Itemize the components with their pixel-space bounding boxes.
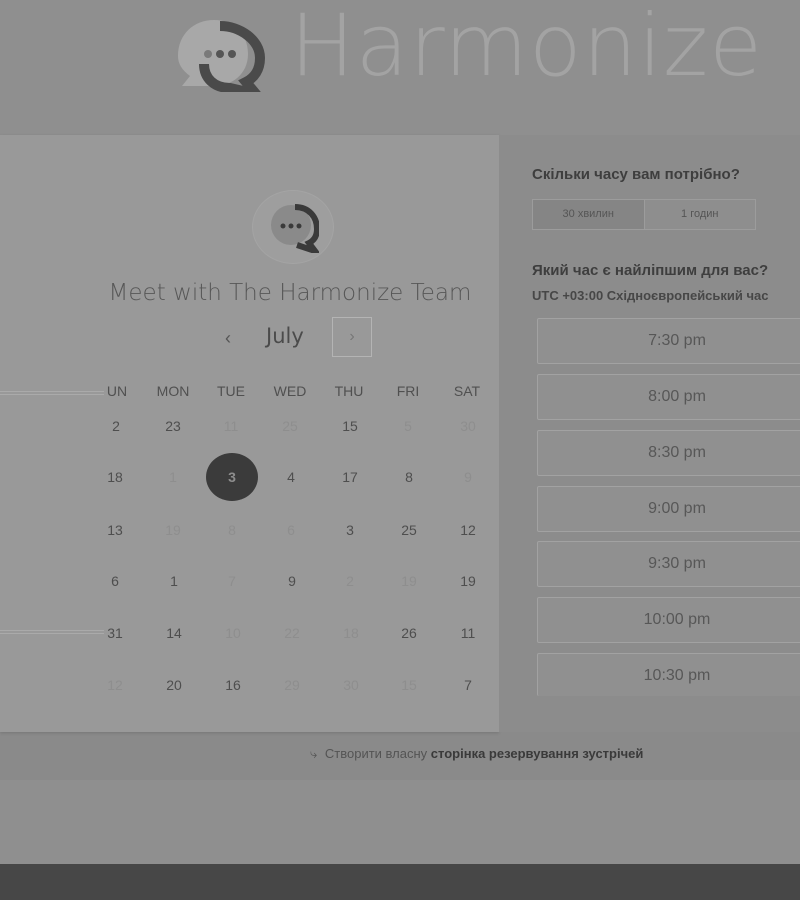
calendar-day[interactable]: 7 [448, 677, 488, 693]
time-slot[interactable]: 10:00 pm [537, 597, 800, 643]
time-slot[interactable]: 8:30 pm [537, 430, 800, 476]
week-divider [0, 391, 104, 395]
calendar-day: 5 [404, 418, 412, 434]
next-month-button[interactable]: › [332, 317, 372, 357]
calendar-day[interactable]: 18 [95, 469, 135, 485]
team-avatar [252, 190, 334, 264]
calendar-day[interactable]: 31 [95, 625, 135, 641]
chat-bubble-icon [271, 204, 319, 253]
calendar-day: 25 [282, 418, 298, 434]
duration-selector: 30 хвилин 1 годин [532, 199, 756, 230]
calendar-day[interactable]: 9 [272, 573, 312, 589]
bottom-bar [0, 864, 800, 900]
weekday-sat: SAT [453, 383, 481, 399]
brand-wordmark: Harmonize [290, 0, 764, 96]
time-slot[interactable]: 8:00 pm [537, 374, 800, 420]
calendar-day: 11 [223, 418, 239, 434]
duration-option-30min[interactable]: 30 хвилин [533, 200, 645, 229]
calendar-day: 10 [225, 625, 241, 641]
timezone-label[interactable]: UTC +03:00 Східноєвропейський час [532, 288, 769, 303]
week-divider [0, 630, 104, 634]
calendar-day: 15 [401, 677, 417, 693]
calendar-day: 7 [228, 573, 236, 589]
weekday-sun: UN [106, 383, 128, 399]
calendar-day[interactable]: 6 [95, 573, 135, 589]
calendar-day: 30 [343, 677, 359, 693]
calendar-day: 9 [464, 469, 472, 485]
calendar-day-selected[interactable]: 3 [206, 453, 258, 501]
calendar-day: 18 [343, 625, 359, 641]
calendar-day: 19 [165, 522, 181, 538]
calendar-day: 6 [287, 522, 295, 538]
calendar-day[interactable]: 17 [330, 469, 370, 485]
calendar-day: 1 [169, 469, 177, 485]
duration-option-1h[interactable]: 1 годин [644, 200, 755, 229]
duration-question: Скільки часу вам потрібно? [532, 166, 740, 183]
wand-icon: ⤷ [310, 746, 318, 761]
calendar-day[interactable]: 16 [213, 677, 253, 693]
calendar-day: 29 [284, 677, 300, 693]
calendar-day: 12 [107, 677, 123, 693]
month-label: July [266, 324, 304, 348]
calendar-day[interactable]: 2 [96, 418, 136, 434]
calendar-day[interactable]: 25 [389, 522, 429, 538]
calendar-day[interactable]: 15 [330, 418, 370, 434]
calendar-day[interactable]: 14 [154, 625, 194, 641]
footer-link-text[interactable]: сторінка резервування зустрічей [431, 746, 644, 761]
weekday-fri: FRI [396, 383, 420, 399]
calendar-day[interactable]: 4 [271, 469, 311, 485]
prev-month-button[interactable]: ‹ [214, 325, 242, 353]
weekday-tue: TUE [217, 383, 245, 399]
calendar-day[interactable]: 11 [448, 625, 488, 641]
calendar-day[interactable]: 13 [95, 522, 135, 538]
time-slot[interactable]: 9:00 pm [537, 486, 800, 532]
meeting-title: Meet with The Harmonize Team [108, 280, 472, 306]
calendar-day: 22 [284, 625, 300, 641]
calendar-day: 2 [346, 573, 354, 589]
calendar-day[interactable]: 1 [154, 573, 194, 589]
calendar-day[interactable]: 26 [389, 625, 429, 641]
create-booking-page-link[interactable]: ⤷ Створити власну сторінка резервування … [310, 746, 643, 762]
calendar-day: 19 [401, 573, 417, 589]
weekday-mon: MON [156, 383, 190, 399]
header: Harmonize [0, 0, 800, 135]
calendar-day[interactable]: 19 [448, 573, 488, 589]
weekday-thu: THU [334, 383, 364, 399]
footer-prefix: Створити власну [324, 746, 428, 761]
time-slot[interactable]: 7:30 pm [537, 318, 800, 364]
calendar-day: 8 [228, 522, 236, 538]
weekday-wed: WED [273, 383, 307, 399]
time-slot[interactable]: 10:30 pm [537, 653, 800, 696]
time-slot[interactable]: 9:30 pm [537, 541, 800, 587]
calendar-day[interactable]: 12 [448, 522, 488, 538]
calendar-day[interactable]: 20 [154, 677, 194, 693]
logo-chat-icon [178, 20, 266, 92]
calendar-day[interactable]: 8 [389, 469, 429, 485]
calendar-day[interactable]: 23 [153, 418, 193, 434]
calendar-day[interactable]: 3 [330, 522, 370, 538]
calendar-day: 30 [460, 418, 476, 434]
time-question: Який час є найліпшим для вас? [532, 262, 769, 279]
